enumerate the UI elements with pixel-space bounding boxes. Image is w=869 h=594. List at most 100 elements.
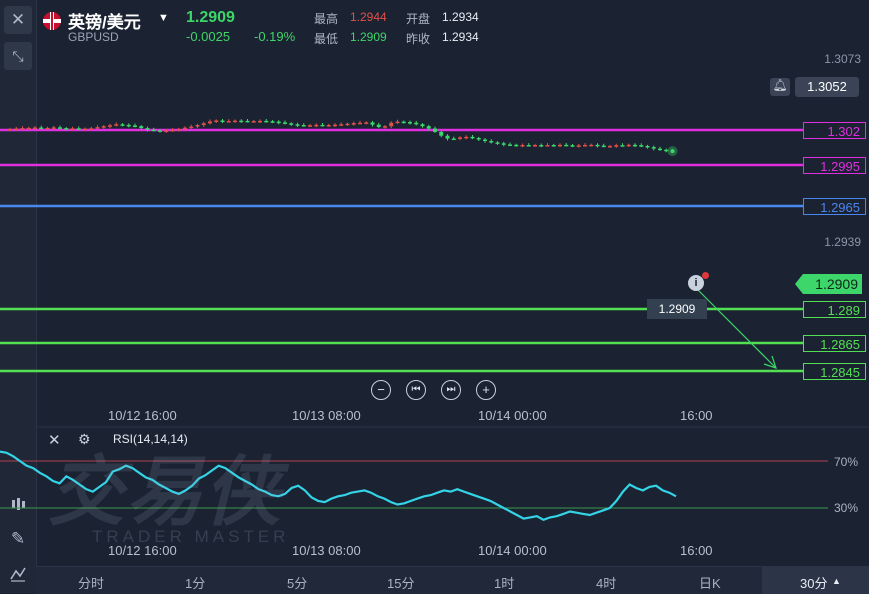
tab-5min[interactable]: 5分 [287,573,307,592]
level-price-label: 1.2865 [803,335,866,352]
candle-body [295,124,300,126]
candle-body [526,145,531,147]
candle-body [589,144,594,147]
rsi-time-tick-1: 10/12 16:00 [108,543,177,558]
rsi-time-tick-3: 10/14 00:00 [478,543,547,558]
candle-body [395,121,400,124]
tab-15min[interactable]: 15分 [387,573,414,592]
cursor-price-label: 1.2909 [647,299,707,319]
candle-body [195,125,200,127]
tab-timeshare[interactable]: 分时 [78,573,104,592]
prev-close-label: 昨收 [406,32,431,46]
candle-body [270,121,275,123]
tab-daily[interactable]: 日K [699,573,721,592]
candle-body [333,124,337,127]
candle-body [401,121,406,124]
candle-body [614,145,619,147]
candle-body [26,127,31,130]
candle-body [408,122,412,124]
notification-dot [702,272,709,279]
candle-body [439,131,444,136]
candle-body [514,144,519,147]
zoom-in-button[interactable]: + [476,380,496,400]
candle-body [45,127,50,130]
scroll-end-button[interactable]: ⏭ [441,380,461,400]
candle-body [326,125,331,127]
candle-body [633,144,637,147]
candle-body [383,126,387,128]
time-tick-3: 10/14 00:00 [478,408,547,423]
candle-body [251,121,256,123]
candle-body [58,127,62,129]
low-label: 最低 [314,32,339,46]
level-price-label: 1.302 [803,122,866,139]
alert-price[interactable]: 1.3052 [795,77,859,97]
price-tick-mid: 1.2939 [824,235,861,249]
candle-body [233,120,237,123]
zoom-out-button[interactable]: − [371,380,391,400]
rsi-time-tick-2: 10/13 08:00 [292,543,361,558]
candle-body [120,124,125,126]
candle-body [108,125,112,127]
candle-body [389,122,394,127]
time-tick-1: 10/12 16:00 [108,408,177,423]
candle-body [458,137,462,139]
candle-body [608,145,612,148]
candle-body [170,130,175,132]
candle-body [83,128,87,131]
high-value: 1.2944 [350,10,387,24]
candle-body [39,127,44,130]
candle-body [595,144,600,147]
candle-body [551,145,556,147]
candle-body [351,123,356,125]
tab-up-arrow-icon[interactable]: ▲ [832,576,841,586]
candle-body [658,148,662,151]
time-tick-2: 10/13 08:00 [292,408,361,423]
candle-body [214,120,219,122]
candle-body [164,130,169,133]
candle-body [176,129,181,131]
candle-body [20,128,25,130]
tab-1min[interactable]: 1分 [185,573,205,592]
candle-body [220,120,225,122]
tab-4hour[interactable]: 4时 [596,573,616,592]
candle-body [276,121,281,124]
candle-body [51,127,56,129]
tab-1hour[interactable]: 1时 [494,573,514,592]
candle-body [370,122,375,125]
candle-body [345,123,350,126]
candle-body [14,128,19,130]
candle-body [89,128,94,130]
high-label: 最高 [314,12,339,26]
candle-body [489,141,494,143]
candle-body [145,128,150,130]
candle-body [101,126,106,128]
candle-body [501,143,506,145]
open-value: 1.2934 [442,10,479,24]
candle-body [364,122,369,124]
candle-body [283,122,287,124]
dropdown-arrow-icon[interactable]: ▼ [158,12,169,24]
candle-body [70,128,75,130]
tab-30min[interactable]: 30分 [800,573,827,592]
symbol-code: GBPUSD [68,30,119,44]
candle-body [339,124,344,126]
level-price-label: 1.2995 [803,157,866,174]
candle-body [645,145,650,148]
candle-body [495,142,500,144]
candle-body [470,136,475,139]
candle-body [114,124,119,126]
low-value: 1.2909 [350,30,387,44]
candle-body [533,145,537,147]
candle-body [189,126,194,129]
candle-body [301,125,306,127]
candle-body [414,122,419,125]
candle-body [426,126,431,129]
current-price: 1.2909 [186,9,235,26]
scroll-start-button[interactable]: ⏮ [406,380,426,400]
candle-body [183,127,187,130]
level-price-label: 1.2965 [803,198,866,215]
candle-body [564,144,569,147]
bell-icon[interactable]: 🔔︎ [770,78,790,96]
candle-body [308,125,312,127]
